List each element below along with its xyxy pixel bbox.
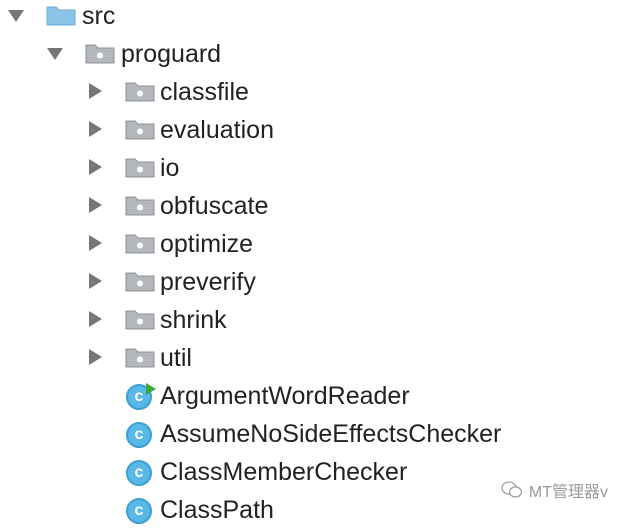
tree-node-label: src bbox=[82, 2, 116, 30]
collapsed-arrow-icon[interactable] bbox=[89, 311, 102, 327]
package-icon bbox=[125, 234, 155, 254]
wechat-icon bbox=[501, 481, 523, 498]
tree-node-label: ClassMemberChecker bbox=[160, 458, 408, 486]
source-folder-icon bbox=[46, 6, 76, 26]
tree-node-label: proguard bbox=[121, 40, 222, 68]
tree-node-io[interactable]: io bbox=[0, 152, 622, 190]
tree-node-label: io bbox=[160, 154, 180, 182]
collapsed-arrow-icon[interactable] bbox=[89, 159, 102, 175]
tree-node-preverify[interactable]: preverify bbox=[0, 266, 622, 304]
tree-node-label: ArgumentWordReader bbox=[160, 382, 410, 410]
tree-node-label: evaluation bbox=[160, 116, 274, 144]
tree-node-label: util bbox=[160, 344, 192, 372]
package-icon bbox=[85, 44, 115, 64]
tree-node-classfile[interactable]: classfile bbox=[0, 76, 622, 114]
expand-arrow-icon[interactable] bbox=[8, 10, 24, 22]
package-icon bbox=[125, 348, 155, 368]
tree-node-label: shrink bbox=[160, 306, 227, 334]
tree-node-evaluation[interactable]: evaluation bbox=[0, 114, 622, 152]
collapsed-arrow-icon[interactable] bbox=[89, 235, 102, 251]
collapsed-arrow-icon[interactable] bbox=[89, 83, 102, 99]
tree-node-label: ClassPath bbox=[160, 496, 274, 524]
collapsed-arrow-icon[interactable] bbox=[89, 349, 102, 365]
class-badge: c bbox=[134, 502, 144, 519]
tree-node-label: classfile bbox=[160, 78, 249, 106]
tree-node-label: AssumeNoSideEffectsChecker bbox=[160, 420, 502, 448]
collapsed-arrow-icon[interactable] bbox=[89, 273, 102, 289]
tree-node-optimize[interactable]: optimize bbox=[0, 228, 622, 266]
class-badge: c bbox=[134, 426, 144, 443]
class-runnable-icon: c bbox=[126, 383, 156, 410]
tree-node-shrink[interactable]: shrink bbox=[0, 304, 622, 342]
class-badge: c bbox=[134, 388, 144, 405]
package-icon bbox=[125, 196, 155, 216]
package-icon bbox=[125, 82, 155, 102]
tree-node-label: obfuscate bbox=[160, 192, 269, 220]
expand-arrow-icon[interactable] bbox=[47, 48, 63, 60]
tree-node-proguard[interactable]: proguard bbox=[0, 38, 622, 76]
package-icon bbox=[125, 158, 155, 178]
tree-node-class[interactable]: c ArgumentWordReader bbox=[0, 380, 622, 418]
tree-node-label: optimize bbox=[160, 230, 254, 258]
package-icon bbox=[125, 310, 155, 330]
tree-node-util[interactable]: util bbox=[0, 342, 622, 380]
watermark: MT管理器v bbox=[501, 478, 608, 502]
tree-node-obfuscate[interactable]: obfuscate bbox=[0, 190, 622, 228]
class-icon: c bbox=[126, 460, 152, 486]
class-badge: c bbox=[134, 464, 144, 481]
tree-node-src[interactable]: src bbox=[0, 0, 622, 38]
tree-node-label: preverify bbox=[160, 268, 256, 296]
tree-node-class[interactable]: c AssumeNoSideEffectsChecker bbox=[0, 418, 622, 456]
class-icon: c bbox=[126, 498, 152, 524]
run-marker-icon bbox=[146, 383, 156, 395]
collapsed-arrow-icon[interactable] bbox=[89, 121, 102, 137]
collapsed-arrow-icon[interactable] bbox=[89, 197, 102, 213]
class-icon: c bbox=[126, 422, 152, 448]
package-icon bbox=[125, 120, 155, 140]
watermark-text: MT管理器v bbox=[528, 484, 608, 501]
package-icon bbox=[125, 272, 155, 292]
